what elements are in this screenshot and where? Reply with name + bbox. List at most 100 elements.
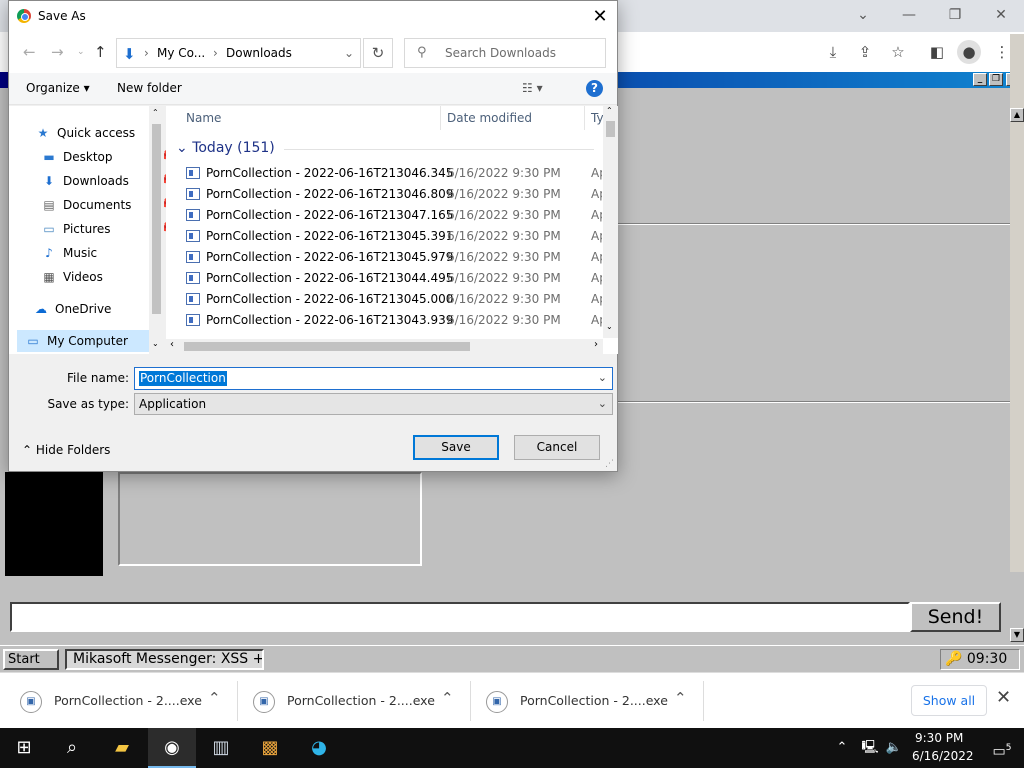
download-icon[interactable]: ⤓ (821, 40, 845, 64)
column-header-type[interactable]: Ty (591, 111, 604, 125)
save-type-label: Save as type: (47, 397, 129, 411)
pictures-icon: ▭ (43, 222, 55, 236)
save-button[interactable]: Save (413, 435, 499, 460)
app-icon[interactable]: ▥ (197, 728, 245, 768)
scroll-thumb[interactable] (184, 342, 470, 351)
chevron-up-icon[interactable]: ⌃ (441, 689, 454, 707)
file-scrollbar[interactable]: ⌃ ⌄ (603, 106, 618, 338)
application-icon (186, 293, 200, 305)
restore-button[interactable]: ❐ (933, 3, 977, 27)
network-icon[interactable]: 🖳 (858, 728, 882, 768)
scroll-down-icon[interactable]: ⌄ (606, 322, 613, 331)
breadcrumb-item[interactable]: My Co... (157, 46, 205, 60)
resize-grip-icon[interactable]: ⋰ (605, 459, 614, 469)
clock-date[interactable]: 6/16/2022 (912, 749, 974, 763)
chevron-up-icon[interactable]: ⌃ (674, 689, 687, 707)
search-input[interactable]: ⚲ Search Downloads (404, 38, 606, 68)
refresh-icon[interactable]: ↻ (363, 38, 393, 68)
download-item[interactable]: ▣ PornCollection - 2....exe ⌃ (6, 681, 238, 721)
scroll-thumb[interactable] (606, 121, 615, 137)
nav-scrollbar[interactable]: ⌃ ⌄ (149, 106, 164, 354)
forward-icon[interactable]: → (51, 43, 64, 61)
close-window-button[interactable]: ✕ (979, 3, 1023, 27)
windows-start-icon[interactable]: ⊞ (0, 728, 48, 768)
group-label: Today (151) (192, 140, 275, 156)
column-header-date[interactable]: Date modified (447, 111, 532, 125)
address-bar[interactable]: ⬇ › My Co... › Downloads ⌄ (116, 38, 361, 68)
scroll-up-icon[interactable]: ⌃ (152, 108, 159, 117)
scroll-thumb[interactable] (152, 124, 161, 314)
notifications-icon[interactable]: ▭5 (978, 728, 1024, 768)
hide-folders-button[interactable]: ⌃ Hide Folders (22, 443, 110, 457)
file-row[interactable]: PornCollection - 2022-06-16T213045.000 6/… (166, 289, 602, 310)
scroll-right-icon[interactable]: › (594, 339, 598, 350)
file-date: 6/16/2022 9:30 PM (447, 313, 561, 327)
chevron-down-icon[interactable]: ⌄ (344, 46, 354, 60)
search-icon[interactable]: ⌕ (48, 728, 96, 768)
back-icon[interactable]: ← (23, 43, 36, 61)
retro-start-button[interactable]: Start (3, 649, 59, 670)
file-row[interactable]: PornCollection - 2022-06-16T213047.165 6/… (166, 205, 602, 226)
download-item[interactable]: ▣ PornCollection - 2....exe ⌃ (472, 681, 704, 721)
send-button[interactable]: Send! (910, 602, 1001, 632)
chevron-down-icon[interactable]: ⌄ (598, 397, 607, 410)
message-input[interactable] (10, 602, 910, 632)
file-name-value[interactable]: PornCollection (139, 371, 227, 386)
organize-button[interactable]: Organize ▾ (26, 81, 90, 95)
file-name-field[interactable]: PornCollection ⌄ (134, 367, 613, 390)
file-hscrollbar[interactable]: ‹ › (166, 339, 603, 354)
recent-chevron-icon[interactable]: ⌄ (77, 47, 85, 57)
up-icon[interactable]: ↑ (94, 43, 107, 61)
downloads-icon: ⬇ (43, 174, 55, 188)
documents-icon: ▤ (43, 198, 55, 212)
file-explorer-icon[interactable]: ▰ (98, 728, 146, 768)
share-icon[interactable]: ⇪ (853, 40, 877, 64)
tab-search-icon[interactable]: ⌄ (841, 3, 885, 27)
breadcrumb-item[interactable]: Downloads (226, 46, 292, 60)
group-header[interactable]: ⌄ Today (151) (176, 140, 275, 156)
chrome-icon[interactable]: ◉ (148, 728, 196, 768)
chevron-down-icon[interactable]: ⌄ (598, 371, 607, 384)
mdi-minimize-button[interactable]: _ (973, 73, 987, 86)
retro-task-button[interactable]: Mikasoft Messenger: XSS + (65, 649, 264, 670)
file-row[interactable]: PornCollection - 2022-06-16T213045.391 6/… (166, 226, 602, 247)
file-row[interactable]: PornCollection - 2022-06-16T213045.979 6/… (166, 247, 602, 268)
breadcrumb-separator: › (213, 46, 218, 60)
nav-item-onedrive[interactable]: ☁ OneDrive (33, 298, 163, 320)
chevron-up-icon[interactable]: ⌃ (830, 728, 854, 768)
hide-folders-label: Hide Folders (35, 443, 111, 457)
file-row[interactable]: PornCollection - 2022-06-16T213046.809 6/… (166, 184, 602, 205)
app-icon[interactable]: ▩ (246, 728, 294, 768)
file-name: PornCollection - 2022-06-16T213046.809 (206, 187, 454, 201)
profile-avatar[interactable]: ● (957, 40, 981, 64)
file-row[interactable]: PornCollection - 2022-06-16T213043.939 6/… (166, 310, 602, 331)
close-icon[interactable]: ✕ (996, 687, 1011, 708)
nav-item-quick-access[interactable]: ★ Quick access (35, 122, 165, 144)
clock-time[interactable]: 9:30 PM (915, 731, 963, 745)
edge-icon[interactable]: ◕ (295, 728, 343, 768)
help-icon[interactable]: ? (586, 80, 603, 97)
close-icon[interactable]: ✕ (587, 5, 613, 29)
scroll-down-icon[interactable]: ⌄ (152, 339, 159, 348)
scroll-down-button[interactable]: ▼ (1010, 628, 1024, 642)
bookmark-star-icon[interactable]: ☆ (886, 40, 910, 64)
scroll-left-icon[interactable]: ‹ (170, 339, 174, 350)
scroll-up-button[interactable]: ▲ (1010, 108, 1024, 122)
volume-icon[interactable]: 🔈 (882, 728, 906, 768)
column-header-name[interactable]: Name (186, 111, 221, 125)
scroll-up-icon[interactable]: ⌃ (606, 106, 613, 115)
view-options-button[interactable]: ☷ ▾ (522, 81, 543, 95)
minimize-button[interactable]: — (887, 3, 931, 27)
cancel-button[interactable]: Cancel (514, 435, 600, 460)
file-row[interactable]: PornCollection - 2022-06-16T213046.345 6/… (166, 163, 602, 184)
show-all-button[interactable]: Show all (911, 685, 987, 716)
new-folder-button[interactable]: New folder (117, 81, 182, 95)
nav-item-my-computer[interactable]: ▭ My Computer (17, 330, 149, 352)
mdi-restore-button[interactable]: ❐ (989, 73, 1003, 86)
file-row[interactable]: PornCollection - 2022-06-16T213044.495 6/… (166, 268, 602, 289)
download-item[interactable]: ▣ PornCollection - 2....exe ⌃ (239, 681, 471, 721)
save-type-select[interactable]: Application ⌄ (134, 393, 613, 415)
chevron-up-icon[interactable]: ⌃ (208, 689, 221, 707)
side-panel-icon[interactable]: ◧ (925, 40, 949, 64)
application-icon (186, 251, 200, 263)
